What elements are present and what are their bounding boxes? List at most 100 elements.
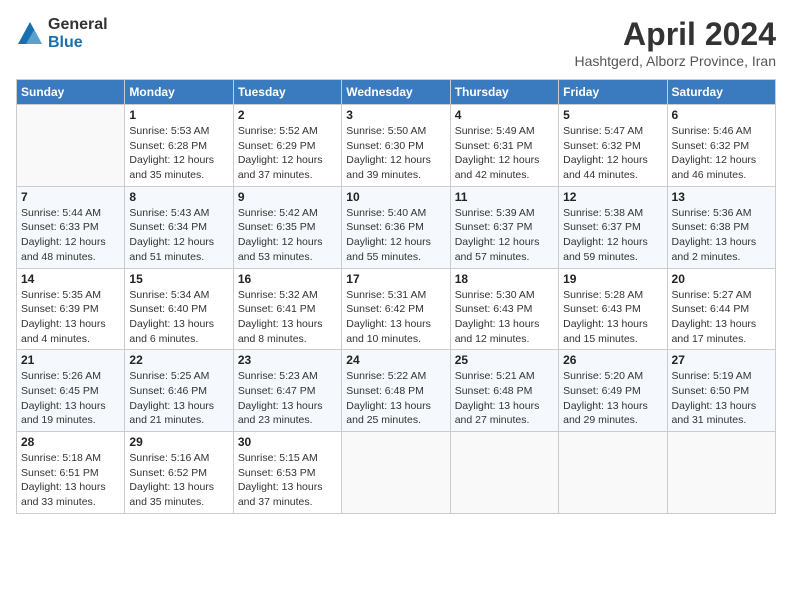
day-info: Sunrise: 5:42 AMSunset: 6:35 PMDaylight:… — [238, 206, 337, 265]
col-thursday: Thursday — [450, 80, 558, 105]
day-info: Sunrise: 5:26 AMSunset: 6:45 PMDaylight:… — [21, 369, 120, 428]
day-number: 15 — [129, 272, 228, 286]
day-number: 12 — [563, 190, 662, 204]
day-number: 21 — [21, 353, 120, 367]
calendar-subtitle: Hashtgerd, Alborz Province, Iran — [574, 53, 776, 69]
col-wednesday: Wednesday — [342, 80, 450, 105]
table-row: 9 Sunrise: 5:42 AMSunset: 6:35 PMDayligh… — [233, 186, 341, 268]
day-info: Sunrise: 5:34 AMSunset: 6:40 PMDaylight:… — [129, 288, 228, 347]
day-info: Sunrise: 5:32 AMSunset: 6:41 PMDaylight:… — [238, 288, 337, 347]
day-number: 10 — [346, 190, 445, 204]
day-number: 4 — [455, 108, 554, 122]
calendar-week-row: 28 Sunrise: 5:18 AMSunset: 6:51 PMDaylig… — [17, 432, 776, 514]
logo-general-text: General — [48, 16, 108, 34]
day-info: Sunrise: 5:44 AMSunset: 6:33 PMDaylight:… — [21, 206, 120, 265]
calendar-week-row: 7 Sunrise: 5:44 AMSunset: 6:33 PMDayligh… — [17, 186, 776, 268]
day-info: Sunrise: 5:30 AMSunset: 6:43 PMDaylight:… — [455, 288, 554, 347]
day-info: Sunrise: 5:40 AMSunset: 6:36 PMDaylight:… — [346, 206, 445, 265]
table-row: 27 Sunrise: 5:19 AMSunset: 6:50 PMDaylig… — [667, 350, 775, 432]
day-number: 6 — [672, 108, 771, 122]
day-number: 5 — [563, 108, 662, 122]
day-info: Sunrise: 5:23 AMSunset: 6:47 PMDaylight:… — [238, 369, 337, 428]
table-row: 26 Sunrise: 5:20 AMSunset: 6:49 PMDaylig… — [559, 350, 667, 432]
table-row: 16 Sunrise: 5:32 AMSunset: 6:41 PMDaylig… — [233, 268, 341, 350]
table-row: 1 Sunrise: 5:53 AMSunset: 6:28 PMDayligh… — [125, 105, 233, 187]
title-section: April 2024 Hashtgerd, Alborz Province, I… — [574, 16, 776, 69]
day-info: Sunrise: 5:52 AMSunset: 6:29 PMDaylight:… — [238, 124, 337, 183]
day-info: Sunrise: 5:47 AMSunset: 6:32 PMDaylight:… — [563, 124, 662, 183]
table-row: 4 Sunrise: 5:49 AMSunset: 6:31 PMDayligh… — [450, 105, 558, 187]
logo-icon — [16, 20, 44, 48]
day-info: Sunrise: 5:49 AMSunset: 6:31 PMDaylight:… — [455, 124, 554, 183]
day-number: 3 — [346, 108, 445, 122]
table-row: 28 Sunrise: 5:18 AMSunset: 6:51 PMDaylig… — [17, 432, 125, 514]
table-row: 17 Sunrise: 5:31 AMSunset: 6:42 PMDaylig… — [342, 268, 450, 350]
table-row: 21 Sunrise: 5:26 AMSunset: 6:45 PMDaylig… — [17, 350, 125, 432]
day-info: Sunrise: 5:21 AMSunset: 6:48 PMDaylight:… — [455, 369, 554, 428]
day-number: 26 — [563, 353, 662, 367]
table-row: 5 Sunrise: 5:47 AMSunset: 6:32 PMDayligh… — [559, 105, 667, 187]
table-row: 19 Sunrise: 5:28 AMSunset: 6:43 PMDaylig… — [559, 268, 667, 350]
day-info: Sunrise: 5:28 AMSunset: 6:43 PMDaylight:… — [563, 288, 662, 347]
day-info: Sunrise: 5:36 AMSunset: 6:38 PMDaylight:… — [672, 206, 771, 265]
table-row: 11 Sunrise: 5:39 AMSunset: 6:37 PMDaylig… — [450, 186, 558, 268]
day-info: Sunrise: 5:20 AMSunset: 6:49 PMDaylight:… — [563, 369, 662, 428]
table-row — [17, 105, 125, 187]
table-row — [559, 432, 667, 514]
page-header: General Blue April 2024 Hashtgerd, Albor… — [16, 16, 776, 69]
day-info: Sunrise: 5:43 AMSunset: 6:34 PMDaylight:… — [129, 206, 228, 265]
table-row — [450, 432, 558, 514]
calendar-title: April 2024 — [574, 16, 776, 53]
table-row: 13 Sunrise: 5:36 AMSunset: 6:38 PMDaylig… — [667, 186, 775, 268]
table-row: 14 Sunrise: 5:35 AMSunset: 6:39 PMDaylig… — [17, 268, 125, 350]
day-number: 20 — [672, 272, 771, 286]
table-row: 2 Sunrise: 5:52 AMSunset: 6:29 PMDayligh… — [233, 105, 341, 187]
day-number: 2 — [238, 108, 337, 122]
calendar-week-row: 14 Sunrise: 5:35 AMSunset: 6:39 PMDaylig… — [17, 268, 776, 350]
day-number: 9 — [238, 190, 337, 204]
table-row — [667, 432, 775, 514]
table-row: 8 Sunrise: 5:43 AMSunset: 6:34 PMDayligh… — [125, 186, 233, 268]
day-info: Sunrise: 5:50 AMSunset: 6:30 PMDaylight:… — [346, 124, 445, 183]
day-number: 1 — [129, 108, 228, 122]
table-row: 20 Sunrise: 5:27 AMSunset: 6:44 PMDaylig… — [667, 268, 775, 350]
day-number: 7 — [21, 190, 120, 204]
day-info: Sunrise: 5:18 AMSunset: 6:51 PMDaylight:… — [21, 451, 120, 510]
day-number: 18 — [455, 272, 554, 286]
day-info: Sunrise: 5:39 AMSunset: 6:37 PMDaylight:… — [455, 206, 554, 265]
table-row: 23 Sunrise: 5:23 AMSunset: 6:47 PMDaylig… — [233, 350, 341, 432]
table-row: 3 Sunrise: 5:50 AMSunset: 6:30 PMDayligh… — [342, 105, 450, 187]
day-info: Sunrise: 5:38 AMSunset: 6:37 PMDaylight:… — [563, 206, 662, 265]
table-row: 22 Sunrise: 5:25 AMSunset: 6:46 PMDaylig… — [125, 350, 233, 432]
day-info: Sunrise: 5:31 AMSunset: 6:42 PMDaylight:… — [346, 288, 445, 347]
day-number: 14 — [21, 272, 120, 286]
day-number: 27 — [672, 353, 771, 367]
table-row: 30 Sunrise: 5:15 AMSunset: 6:53 PMDaylig… — [233, 432, 341, 514]
col-monday: Monday — [125, 80, 233, 105]
calendar-week-row: 1 Sunrise: 5:53 AMSunset: 6:28 PMDayligh… — [17, 105, 776, 187]
day-info: Sunrise: 5:16 AMSunset: 6:52 PMDaylight:… — [129, 451, 228, 510]
table-row: 10 Sunrise: 5:40 AMSunset: 6:36 PMDaylig… — [342, 186, 450, 268]
table-row: 24 Sunrise: 5:22 AMSunset: 6:48 PMDaylig… — [342, 350, 450, 432]
table-row: 7 Sunrise: 5:44 AMSunset: 6:33 PMDayligh… — [17, 186, 125, 268]
table-row — [342, 432, 450, 514]
col-tuesday: Tuesday — [233, 80, 341, 105]
col-saturday: Saturday — [667, 80, 775, 105]
day-info: Sunrise: 5:22 AMSunset: 6:48 PMDaylight:… — [346, 369, 445, 428]
day-number: 29 — [129, 435, 228, 449]
calendar-header-row: Sunday Monday Tuesday Wednesday Thursday… — [17, 80, 776, 105]
day-number: 22 — [129, 353, 228, 367]
table-row: 18 Sunrise: 5:30 AMSunset: 6:43 PMDaylig… — [450, 268, 558, 350]
day-info: Sunrise: 5:15 AMSunset: 6:53 PMDaylight:… — [238, 451, 337, 510]
day-number: 24 — [346, 353, 445, 367]
logo-blue-text: Blue — [48, 34, 108, 52]
calendar-week-row: 21 Sunrise: 5:26 AMSunset: 6:45 PMDaylig… — [17, 350, 776, 432]
table-row: 12 Sunrise: 5:38 AMSunset: 6:37 PMDaylig… — [559, 186, 667, 268]
day-number: 28 — [21, 435, 120, 449]
table-row: 29 Sunrise: 5:16 AMSunset: 6:52 PMDaylig… — [125, 432, 233, 514]
day-number: 19 — [563, 272, 662, 286]
logo: General Blue — [16, 16, 108, 51]
day-info: Sunrise: 5:53 AMSunset: 6:28 PMDaylight:… — [129, 124, 228, 183]
day-number: 11 — [455, 190, 554, 204]
day-number: 23 — [238, 353, 337, 367]
